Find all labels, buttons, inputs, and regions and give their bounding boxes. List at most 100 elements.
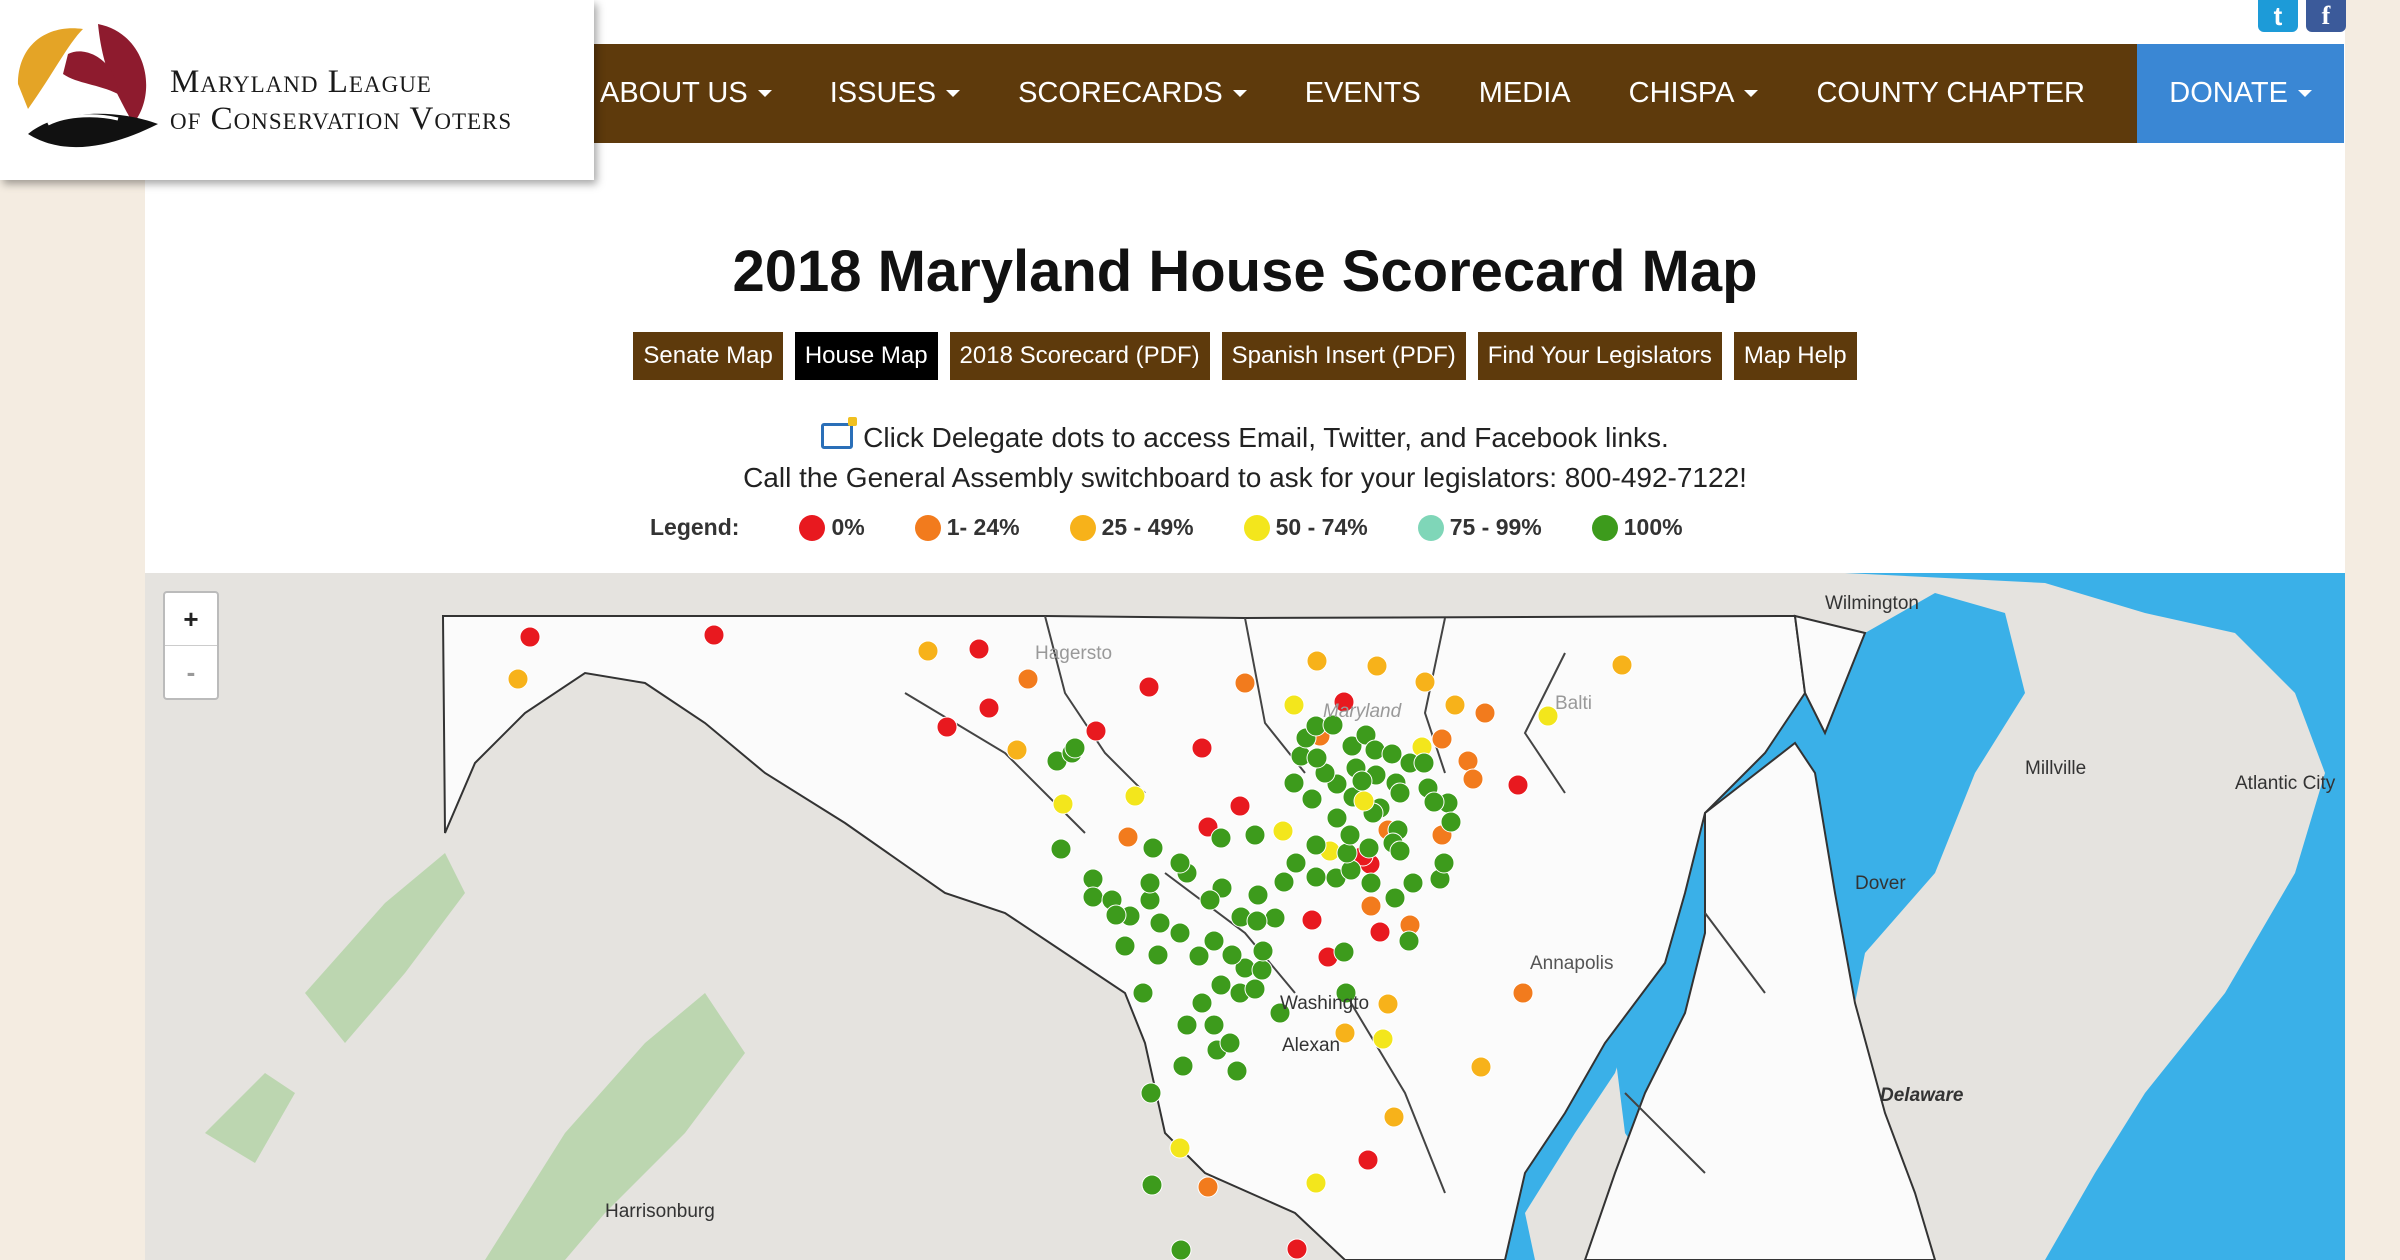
delegate-dot[interactable] — [968, 638, 990, 660]
delegate-dot[interactable] — [917, 640, 939, 662]
nav-events[interactable]: EVENTS — [1276, 44, 1450, 143]
delegate-dot[interactable] — [1336, 842, 1358, 864]
delegate-dot[interactable] — [1381, 743, 1403, 765]
twitter-icon[interactable]: t — [2258, 0, 2298, 32]
delegate-dot[interactable] — [1244, 824, 1266, 846]
delegate-dot[interactable] — [1252, 940, 1274, 962]
delegate-dot[interactable] — [1052, 793, 1074, 815]
delegate-dot[interactable] — [1082, 886, 1104, 908]
delegate-dot[interactable] — [1105, 904, 1127, 926]
delegate-dot[interactable] — [1457, 750, 1479, 772]
delegate-dot[interactable] — [1369, 921, 1391, 943]
delegate-dot[interactable] — [1139, 872, 1161, 894]
delegate-dot[interactable] — [1219, 1032, 1241, 1054]
delegate-dot[interactable] — [1017, 668, 1039, 690]
delegate-dot[interactable] — [1188, 945, 1210, 967]
delegate-dot[interactable] — [1384, 887, 1406, 909]
delegate-dot[interactable] — [1470, 1056, 1492, 1078]
delegate-dot[interactable] — [1006, 739, 1028, 761]
nav-county-chapter[interactable]: COUNTY CHAPTER — [1787, 44, 2114, 143]
delegate-dot[interactable] — [1203, 1014, 1225, 1036]
zoom-out-button[interactable]: - — [165, 645, 217, 698]
delegate-dot[interactable] — [1286, 1238, 1308, 1260]
delegate-dot[interactable] — [1141, 1174, 1163, 1196]
delegate-dot[interactable] — [703, 624, 725, 646]
delegate-dot[interactable] — [1221, 944, 1243, 966]
delegate-dot[interactable] — [1142, 837, 1164, 859]
delegate-dot[interactable] — [1172, 1055, 1194, 1077]
delegate-dot[interactable] — [1234, 672, 1256, 694]
delegate-dot[interactable] — [1169, 1137, 1191, 1159]
nav-about-us[interactable]: ABOUT US — [594, 44, 801, 143]
delegate-dot[interactable] — [1611, 654, 1633, 676]
delegate-dot[interactable] — [1264, 907, 1286, 929]
delegate-dot[interactable] — [1444, 694, 1466, 716]
zoom-in-button[interactable]: + — [165, 593, 217, 645]
delegate-dot[interactable] — [1305, 834, 1327, 856]
delegate-dot[interactable] — [1507, 774, 1529, 796]
delegate-dot[interactable] — [1226, 1060, 1248, 1082]
delegate-dot[interactable] — [1306, 650, 1328, 672]
delegate-dot[interactable] — [1149, 912, 1171, 934]
delegate-dot[interactable] — [1147, 944, 1169, 966]
delegate-dot[interactable] — [1358, 837, 1380, 859]
site-logo[interactable]: Maryland League of Conservation Voters — [0, 0, 594, 180]
delegate-dot[interactable] — [1402, 872, 1424, 894]
delegate-dot[interactable] — [1064, 737, 1086, 759]
delegate-dot[interactable] — [1191, 992, 1213, 1014]
delegate-dot[interactable] — [1360, 872, 1382, 894]
delegate-dot[interactable] — [1229, 795, 1251, 817]
delegate-dot[interactable] — [1413, 752, 1435, 774]
map-help-button[interactable]: Map Help — [1733, 332, 1857, 380]
delegate-dot[interactable] — [1360, 895, 1382, 917]
find-legislators-button[interactable]: Find Your Legislators — [1477, 332, 1722, 380]
delegate-dot[interactable] — [1462, 768, 1484, 790]
delegate-dot[interactable] — [1283, 694, 1305, 716]
delegate-dot[interactable] — [1170, 1239, 1192, 1260]
delegate-dot[interactable] — [1433, 852, 1455, 874]
delegate-dot[interactable] — [1305, 866, 1327, 888]
delegate-dot[interactable] — [1140, 1082, 1162, 1104]
delegate-dot[interactable] — [1117, 826, 1139, 848]
delegate-dot[interactable] — [1389, 840, 1411, 862]
map-canvas[interactable] — [145, 573, 2345, 1260]
spanish-insert-pdf-button[interactable]: Spanish Insert (PDF) — [1221, 332, 1466, 380]
nav-scorecards[interactable]: SCORECARDS — [989, 44, 1276, 143]
delegate-dot[interactable] — [1247, 884, 1269, 906]
delegate-dot[interactable] — [1398, 930, 1420, 952]
delegate-dot[interactable] — [1389, 782, 1411, 804]
house-map-button[interactable]: House Map — [794, 332, 938, 380]
delegate-dot[interactable] — [1085, 720, 1107, 742]
delegate-dot[interactable] — [519, 626, 541, 648]
delegate-dot[interactable] — [1440, 811, 1462, 833]
district-map[interactable]: + - Wilmington Millville Atlantic City D… — [145, 573, 2345, 1260]
delegate-dot[interactable] — [1283, 772, 1305, 794]
delegate-dot[interactable] — [1273, 871, 1295, 893]
delegate-dot[interactable] — [1210, 974, 1232, 996]
delegate-dot[interactable] — [1377, 993, 1399, 1015]
delegate-dot[interactable] — [1305, 1172, 1327, 1194]
delegate-dot[interactable] — [1474, 702, 1496, 724]
delegate-dot[interactable] — [1423, 791, 1445, 813]
delegate-dot[interactable] — [1431, 728, 1453, 750]
delegate-dot[interactable] — [1306, 747, 1328, 769]
delegate-dot[interactable] — [1357, 1149, 1379, 1171]
delegate-dot[interactable] — [1339, 824, 1361, 846]
delegate-dot[interactable] — [1244, 978, 1266, 1000]
delegate-dot[interactable] — [1210, 827, 1232, 849]
delegate-dot[interactable] — [1191, 737, 1213, 759]
delegate-dot[interactable] — [1366, 655, 1388, 677]
delegate-dot[interactable] — [1285, 852, 1307, 874]
delegate-dot[interactable] — [1132, 982, 1154, 1004]
delegate-dot[interactable] — [1246, 910, 1268, 932]
delegate-dot[interactable] — [1353, 790, 1375, 812]
delegate-dot[interactable] — [1138, 676, 1160, 698]
facebook-icon[interactable]: f — [2306, 0, 2346, 32]
nav-issues[interactable]: ISSUES — [801, 44, 989, 143]
delegate-dot[interactable] — [1414, 671, 1436, 693]
delegate-dot[interactable] — [978, 697, 1000, 719]
delegate-dot[interactable] — [507, 668, 529, 690]
delegate-dot[interactable] — [1203, 930, 1225, 952]
delegate-dot[interactable] — [1082, 868, 1104, 890]
delegate-dot[interactable] — [1351, 770, 1373, 792]
